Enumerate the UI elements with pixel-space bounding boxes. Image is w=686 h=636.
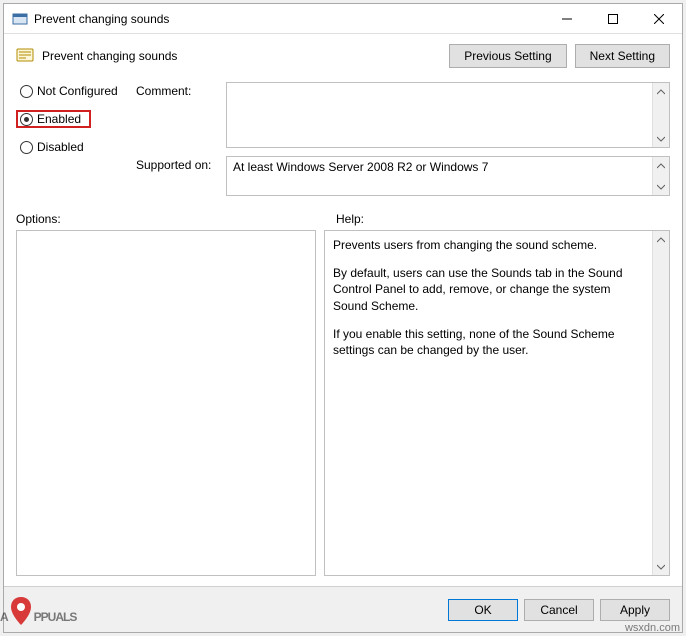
- window-title: Prevent changing sounds: [34, 12, 544, 26]
- policy-title: Prevent changing sounds: [42, 49, 449, 63]
- scroll-up-icon[interactable]: [653, 83, 669, 100]
- config-row: Not Configured Enabled Disabled Comment:: [16, 82, 670, 196]
- policy-editor-window: Prevent changing sounds Pre: [3, 3, 683, 633]
- help-paragraph: Prevents users from changing the sound s…: [333, 237, 644, 253]
- help-text: Prevents users from changing the sound s…: [325, 231, 652, 575]
- minimize-button[interactable]: [544, 4, 590, 34]
- radio-icon: [20, 113, 33, 126]
- policy-icon: [16, 47, 34, 65]
- help-panel: Prevents users from changing the sound s…: [324, 230, 670, 576]
- help-scrollbar[interactable]: [652, 231, 669, 575]
- apply-button[interactable]: Apply: [600, 599, 670, 621]
- radio-icon: [20, 141, 33, 154]
- close-button[interactable]: [636, 4, 682, 34]
- help-label: Help:: [336, 212, 364, 226]
- supported-value: At least Windows Server 2008 R2 or Windo…: [227, 157, 652, 195]
- pin-icon: [8, 595, 34, 630]
- supported-label: Supported on:: [136, 156, 226, 196]
- cancel-button[interactable]: Cancel: [524, 599, 594, 621]
- radio-icon: [20, 85, 33, 98]
- comment-value: [227, 83, 652, 147]
- help-paragraph: By default, users can use the Sounds tab…: [333, 265, 644, 314]
- radio-not-configured[interactable]: Not Configured: [16, 82, 136, 100]
- radio-label: Enabled: [37, 112, 81, 126]
- watermark-brand: A PPUALS: [0, 592, 76, 630]
- footer: OK Cancel Apply: [4, 586, 682, 632]
- radio-disabled[interactable]: Disabled: [16, 138, 136, 156]
- supported-scrollbar[interactable]: [652, 157, 669, 195]
- watermark-site: wsxdn.com: [625, 622, 680, 634]
- next-setting-button[interactable]: Next Setting: [575, 44, 670, 68]
- scroll-down-icon[interactable]: [653, 178, 669, 195]
- help-paragraph: If you enable this setting, none of the …: [333, 326, 644, 358]
- radio-label: Not Configured: [37, 84, 118, 98]
- scroll-down-icon[interactable]: [653, 130, 669, 147]
- previous-setting-button[interactable]: Previous Setting: [449, 44, 566, 68]
- titlebar: Prevent changing sounds: [4, 4, 682, 34]
- scroll-down-icon[interactable]: [653, 558, 669, 575]
- supported-field: At least Windows Server 2008 R2 or Windo…: [226, 156, 670, 196]
- scroll-up-icon[interactable]: [653, 231, 669, 248]
- content-area: Prevent changing sounds Previous Setting…: [4, 34, 682, 586]
- options-panel: [16, 230, 316, 576]
- options-content: [17, 231, 315, 575]
- app-icon: [12, 11, 28, 27]
- radio-label: Disabled: [37, 140, 84, 154]
- header-row: Prevent changing sounds Previous Setting…: [16, 44, 670, 68]
- comment-scrollbar[interactable]: [652, 83, 669, 147]
- comment-label: Comment:: [136, 82, 226, 148]
- state-radio-group: Not Configured Enabled Disabled: [16, 82, 136, 196]
- maximize-button[interactable]: [590, 4, 636, 34]
- radio-enabled[interactable]: Enabled: [16, 110, 91, 128]
- scroll-up-icon[interactable]: [653, 157, 669, 174]
- ok-button[interactable]: OK: [448, 599, 518, 621]
- window-controls: [544, 4, 682, 34]
- options-label: Options:: [16, 212, 336, 226]
- comment-field[interactable]: [226, 82, 670, 148]
